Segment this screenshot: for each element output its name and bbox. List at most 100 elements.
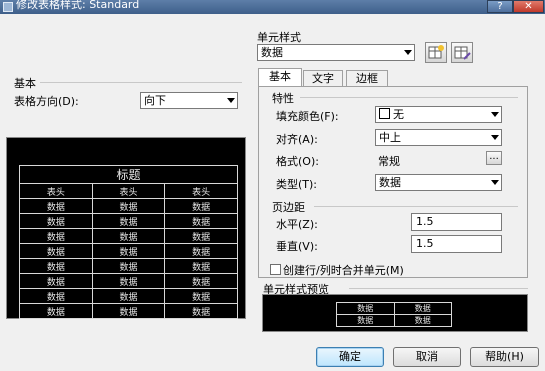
format-browse-button[interactable]: ...	[486, 151, 502, 165]
type-label: 类型(T):	[276, 178, 318, 191]
horizontal-margin-label: 水平(Z):	[276, 218, 318, 231]
properties-divider	[300, 97, 518, 98]
preview-data-cell: 数据	[19, 198, 93, 214]
align-label: 对齐(A):	[276, 133, 318, 146]
preview-data-cell: 数据	[91, 213, 166, 229]
ellipsis-icon: ...	[489, 151, 499, 162]
preview-data-cell: 数据	[164, 228, 238, 244]
table-style-preview: 标题 表头 表头 表头 数据 数据 数据 数据 数据 数据 数据 数据 数据 数据 数据 数据 数据 数据…	[6, 137, 246, 319]
help-button-label: 帮助(H)	[485, 350, 524, 363]
preview-title-row: 标题	[19, 165, 238, 184]
cell-preview-cell: 数据	[393, 314, 452, 327]
preview-header-cell: 表头	[19, 183, 93, 199]
tab-basic-label: 基本	[269, 70, 291, 83]
cancel-button[interactable]: 取消	[393, 347, 461, 367]
preview-data-row: 数据 数据 数据	[19, 228, 238, 244]
direction-value: 向下	[144, 94, 166, 107]
preview-data-cell: 数据	[91, 288, 166, 304]
fill-color-label: 填充颜色(F):	[276, 110, 339, 123]
properties-group-title: 特性	[272, 92, 294, 105]
close-window-button[interactable]: ✕	[513, 0, 544, 13]
help-window-button[interactable]: ?	[487, 0, 513, 13]
margins-group-title: 页边距	[272, 201, 305, 214]
preview-data-cell: 数据	[91, 303, 166, 319]
help-icon: ?	[497, 1, 503, 12]
preview-header-cell: 表头	[164, 183, 238, 199]
preview-data-row: 数据 数据 数据	[19, 273, 238, 289]
window-title: 修改表格样式: Standard	[16, 0, 140, 11]
cell-style-preview: 数据 数据 数据 数据	[262, 294, 528, 332]
preview-data-row: 数据 数据 数据	[19, 258, 238, 274]
preview-title-cell: 标题	[19, 165, 238, 184]
horizontal-margin-input[interactable]: 1.5	[411, 213, 502, 231]
preview-data-row: 数据 数据 数据	[19, 303, 238, 319]
cell-style-preview-table: 数据 数据 数据 数据	[336, 302, 452, 327]
new-table-style-icon	[428, 45, 444, 59]
cell-preview-row: 数据 数据	[336, 314, 452, 327]
ok-button[interactable]: 确定	[316, 347, 384, 367]
tab-text[interactable]: 文字	[303, 70, 343, 86]
cell-preview-row: 数据 数据	[336, 302, 452, 315]
preview-data-cell: 数据	[19, 258, 93, 274]
horizontal-margin-value: 1.5	[416, 215, 434, 228]
preview-data-cell: 数据	[91, 258, 166, 274]
align-select[interactable]: 中上	[375, 129, 502, 146]
margins-divider	[314, 206, 518, 207]
tab-border[interactable]: 边框	[346, 70, 388, 86]
preview-data-row: 数据 数据 数据	[19, 288, 238, 304]
preview-data-cell: 数据	[164, 258, 238, 274]
preview-data-cell: 数据	[164, 198, 238, 214]
preview-data-cell: 数据	[164, 288, 238, 304]
type-select[interactable]: 数据	[375, 174, 502, 191]
new-cell-style-button[interactable]	[425, 42, 447, 63]
cell-style-select[interactable]: 数据	[257, 44, 415, 61]
direction-label: 表格方向(D):	[14, 95, 79, 108]
preview-data-cell: 数据	[164, 213, 238, 229]
preview-header-row: 表头 表头 表头	[19, 183, 238, 199]
chevron-down-icon	[491, 135, 499, 140]
preview-data-cell: 数据	[164, 303, 238, 319]
preview-data-cell: 数据	[19, 273, 93, 289]
title-bar: 修改表格样式: Standard ? ✕	[0, 0, 545, 14]
merge-cells-checkbox[interactable]	[270, 264, 281, 275]
fill-color-select[interactable]: 无	[375, 106, 502, 123]
format-value: 常规	[378, 155, 400, 168]
cell-style-value: 数据	[261, 46, 283, 59]
app-icon	[3, 2, 13, 12]
format-label: 格式(O):	[276, 155, 319, 168]
cell-preview-cell: 数据	[336, 314, 395, 327]
preview-data-cell: 数据	[19, 213, 93, 229]
preview-data-cell: 数据	[91, 273, 166, 289]
type-value: 数据	[379, 176, 401, 189]
cell-preview-cell: 数据	[336, 302, 395, 315]
preview-data-row: 数据 数据 数据	[19, 213, 238, 229]
preview-data-row: 数据 数据 数据	[19, 243, 238, 259]
basic-group-title: 基本	[14, 77, 36, 90]
cell-style-group-title: 单元样式	[257, 31, 301, 44]
ok-button-label: 确定	[339, 350, 361, 363]
tab-text-label: 文字	[312, 72, 334, 85]
basic-group-divider	[40, 82, 242, 83]
tab-basic[interactable]: 基本	[258, 68, 302, 86]
cell-style-preview-divider	[349, 288, 528, 289]
preview-data-cell: 数据	[19, 243, 93, 259]
direction-select[interactable]: 向下	[140, 92, 238, 109]
preview-data-cell: 数据	[19, 303, 93, 319]
vertical-margin-input[interactable]: 1.5	[411, 235, 502, 253]
preview-data-cell: 数据	[164, 243, 238, 259]
preview-data-cell: 数据	[164, 273, 238, 289]
tab-border-label: 边框	[356, 72, 378, 85]
chevron-down-icon	[227, 98, 235, 103]
cell-preview-cell: 数据	[393, 302, 452, 315]
cancel-button-label: 取消	[416, 350, 438, 363]
preview-data-cell: 数据	[91, 243, 166, 259]
manage-cell-styles-button[interactable]	[451, 42, 473, 63]
preview-header-cell: 表头	[91, 183, 166, 199]
help-button[interactable]: 帮助(H)	[470, 347, 539, 367]
preview-data-cell: 数据	[19, 288, 93, 304]
merge-cells-label: 创建行/列时合并单元(M)	[283, 264, 404, 277]
align-value: 中上	[379, 131, 401, 144]
preview-data-cell: 数据	[91, 198, 166, 214]
fill-color-value: 无	[393, 108, 404, 121]
preview-table: 标题 表头 表头 表头 数据 数据 数据 数据 数据 数据 数据 数据 数据 数据 数据 数据 数据 数据…	[19, 165, 238, 319]
